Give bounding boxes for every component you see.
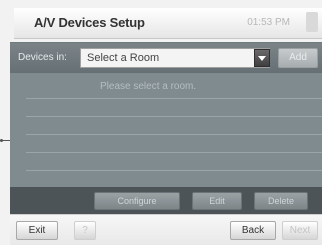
device-list — [26, 98, 322, 188]
app-frame: A/V Devices Setup 01:53 PM Devices in: S… — [0, 0, 322, 245]
window-title: A/V Devices Setup — [34, 15, 145, 30]
corner-icon — [306, 12, 318, 32]
add-device-button[interactable]: Add — [278, 48, 318, 68]
empty-state-message: Please select a room. — [100, 81, 197, 92]
list-row-divider — [26, 170, 322, 171]
action-bar: Configure Edit Delete — [10, 187, 322, 215]
next-button[interactable]: Next — [282, 221, 318, 240]
list-row-divider — [26, 134, 322, 135]
title-bar: A/V Devices Setup 01:53 PM — [14, 8, 322, 39]
room-select-value: Select a Room — [87, 52, 160, 64]
room-select[interactable]: Select a Room — [80, 48, 270, 68]
exit-button[interactable]: Exit — [16, 221, 58, 240]
devices-label: Devices in: — [18, 52, 67, 63]
delete-button[interactable]: Delete — [254, 192, 308, 210]
pointer-dot — [0, 139, 3, 142]
list-row-divider — [26, 98, 322, 99]
devices-panel: Devices in: Select a Room Add Please sel… — [10, 42, 322, 215]
clock-text: 01:53 PM — [247, 17, 290, 28]
configure-button[interactable]: Configure — [94, 192, 180, 210]
footer-bar: Exit ? Back Next — [10, 214, 322, 245]
devices-toolbar: Devices in: Select a Room Add — [10, 43, 322, 73]
help-button[interactable]: ? — [74, 221, 96, 240]
edit-button[interactable]: Edit — [192, 192, 242, 210]
back-button[interactable]: Back — [230, 221, 276, 240]
list-row-divider — [26, 152, 322, 153]
chevron-down-icon — [258, 56, 266, 61]
list-row-divider — [26, 116, 322, 117]
room-select-dropdown-button[interactable] — [254, 49, 270, 67]
